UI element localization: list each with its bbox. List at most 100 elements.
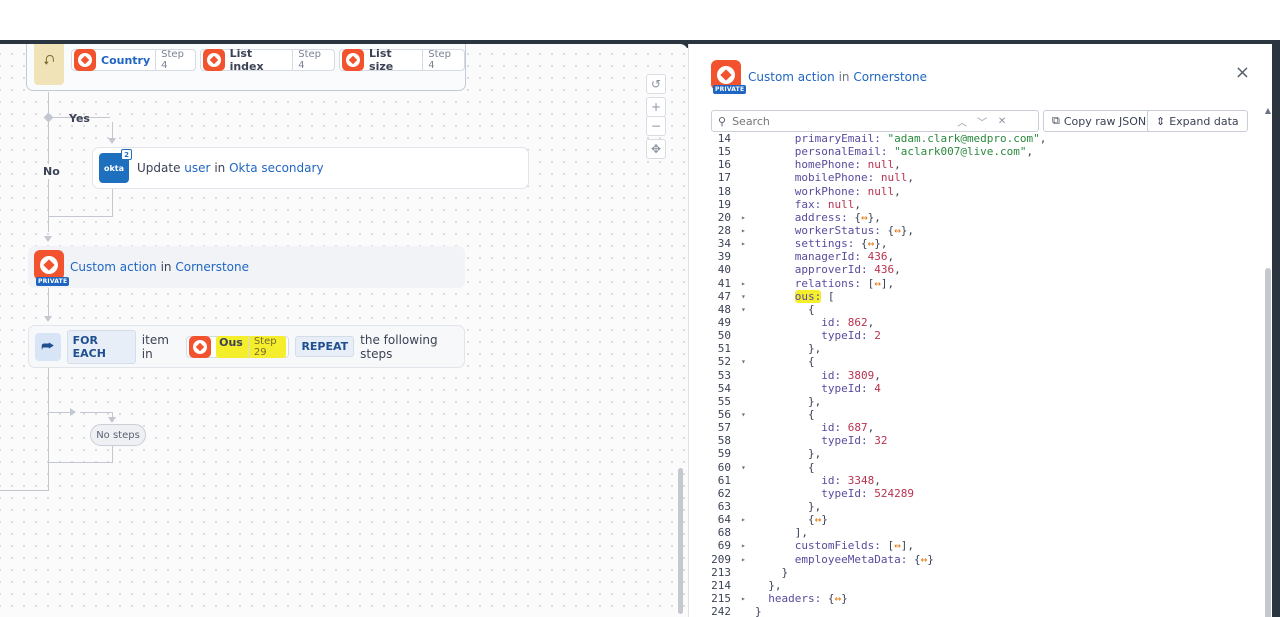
datapill-list-index[interactable]: List index Step 4 bbox=[199, 47, 336, 73]
json-line: 15 personalEmail: "aclark007@live.com", bbox=[689, 145, 1272, 158]
datapill-list-size[interactable]: List size Step 4 bbox=[339, 47, 466, 73]
zoom-in-icon[interactable]: + bbox=[646, 97, 666, 117]
line-number: 48 bbox=[717, 302, 731, 316]
next-match-icon[interactable]: ﹀ bbox=[972, 114, 992, 129]
workflow-canvas[interactable]: ⮏ Country Step 4 List index Step 4 List … bbox=[0, 44, 688, 617]
datapill-country[interactable]: Country Step 4 bbox=[71, 49, 196, 71]
line-content: id: 3809, bbox=[821, 368, 881, 382]
collapse-toggle-icon[interactable]: ▾ bbox=[741, 408, 746, 421]
arrow-right-icon bbox=[70, 408, 76, 416]
following-steps-text: the following steps bbox=[360, 332, 438, 361]
line-content: primaryEmail: "adam.clark@medpro.com", bbox=[794, 132, 1047, 145]
line-content: homePhone: null, bbox=[794, 158, 901, 172]
connector-loop-back bbox=[48, 462, 113, 463]
json-line: 69 ▸ customFields: [↔], bbox=[689, 539, 1272, 552]
line-number: 57 bbox=[717, 421, 731, 435]
json-line: 51 }, bbox=[689, 342, 1272, 355]
line-content: settings: {↔}, bbox=[794, 237, 888, 251]
collapse-toggle-icon[interactable]: ▾ bbox=[741, 461, 746, 474]
line-number: 39 bbox=[717, 250, 731, 264]
arrow-down-icon bbox=[44, 236, 52, 242]
line-number: 47 bbox=[717, 289, 731, 303]
line-content: employeeMetaData: {↔} bbox=[794, 552, 934, 566]
copy-raw-json-button[interactable]: ⧉ Copy raw JSON bbox=[1043, 110, 1156, 132]
expand-toggle-icon[interactable]: ▸ bbox=[741, 237, 746, 250]
expand-toggle-icon[interactable]: ▸ bbox=[741, 211, 746, 224]
line-content: managerId: 436, bbox=[794, 250, 895, 264]
search-icon: ⚲ bbox=[718, 114, 727, 128]
line-content: } bbox=[755, 605, 762, 617]
collapse-toggle-icon[interactable]: ▾ bbox=[741, 355, 746, 368]
line-number: 17 bbox=[717, 171, 731, 185]
line-number: 14 bbox=[717, 132, 731, 145]
json-line: 53 id: 3809, bbox=[689, 369, 1272, 382]
custom-action-step[interactable]: PRIVATE Custom action in Cornerstone bbox=[28, 246, 465, 288]
expand-data-button[interactable]: ⇕ Expand data bbox=[1147, 110, 1248, 132]
line-number: 52 bbox=[717, 355, 731, 369]
json-line: 39 managerId: 436, bbox=[689, 250, 1272, 263]
line-content: {↔} bbox=[807, 513, 828, 527]
line-content: headers: {↔} bbox=[768, 591, 848, 605]
panel-scrollbar[interactable] bbox=[1265, 268, 1271, 617]
cornerstone-logo-icon bbox=[342, 49, 365, 71]
line-content: typeId: 2 bbox=[821, 329, 881, 343]
line-content: typeId: 4 bbox=[821, 381, 881, 395]
if-condition-node[interactable]: ⮏ Country Step 4 List index Step 4 List … bbox=[26, 44, 466, 91]
no-steps-placeholder[interactable]: No steps bbox=[90, 424, 146, 446]
okta-step-text: Update user in Okta secondary bbox=[137, 161, 324, 175]
clear-search-icon[interactable]: ✕ bbox=[992, 116, 1012, 127]
json-line: 55 }, bbox=[689, 395, 1272, 408]
line-number: 62 bbox=[717, 486, 731, 500]
line-number: 60 bbox=[717, 460, 731, 474]
json-line: 54 typeId: 4 bbox=[689, 382, 1272, 395]
connector-exit bbox=[0, 490, 49, 491]
line-content: address: {↔}, bbox=[794, 210, 881, 224]
expand-toggle-icon[interactable]: ▸ bbox=[741, 224, 746, 237]
expand-toggle-icon[interactable]: ▸ bbox=[741, 513, 746, 526]
json-line: 63 }, bbox=[689, 500, 1272, 513]
json-line: 52 ▾ { bbox=[689, 355, 1272, 368]
window-frame-right bbox=[1272, 40, 1280, 617]
decision-marker bbox=[43, 112, 54, 123]
search-input[interactable] bbox=[732, 114, 953, 128]
fit-view-icon[interactable]: ✥ bbox=[646, 139, 666, 159]
scroll-up-icon[interactable]: ▲ bbox=[1265, 106, 1271, 115]
line-number: 50 bbox=[717, 329, 731, 343]
no-branch-label: No bbox=[42, 164, 61, 179]
json-line: 50 typeId: 2 bbox=[689, 329, 1272, 342]
expand-toggle-icon[interactable]: ▸ bbox=[741, 553, 746, 566]
line-number: 40 bbox=[717, 263, 731, 277]
line-number: 53 bbox=[717, 368, 731, 382]
previous-match-icon[interactable]: ︿ bbox=[952, 114, 972, 129]
connector-loop-h bbox=[48, 412, 72, 413]
okta-update-user-step[interactable]: okta 2 Update user in Okta secondary bbox=[92, 147, 529, 189]
expand-toggle-icon[interactable]: ▸ bbox=[741, 592, 746, 605]
for-each-step[interactable]: ⮫ FOR EACH item in Ous Step 29 REPEAT th… bbox=[28, 325, 465, 368]
connector-merge bbox=[112, 189, 113, 217]
expand-toggle-icon[interactable]: ▸ bbox=[741, 539, 746, 552]
line-content: relations: [↔], bbox=[794, 276, 895, 290]
line-number: 215 bbox=[711, 591, 731, 605]
custom-action-text: Custom action in Cornerstone bbox=[70, 260, 249, 274]
reset-view-icon[interactable]: ↺ bbox=[646, 74, 666, 94]
json-line: 215 ▸ headers: {↔} bbox=[689, 592, 1272, 605]
json-line: 62 typeId: 524289 bbox=[689, 487, 1272, 500]
collapse-toggle-icon[interactable]: ▾ bbox=[741, 303, 746, 316]
json-line: 48 ▾ { bbox=[689, 303, 1272, 316]
json-viewer[interactable]: 14 primaryEmail: "adam.clark@medpro.com"… bbox=[689, 132, 1272, 617]
expand-toggle-icon[interactable]: ▸ bbox=[741, 277, 746, 290]
line-content: personalEmail: "aclark007@live.com", bbox=[794, 145, 1034, 159]
canvas-scrollbar[interactable] bbox=[678, 468, 683, 614]
line-content: id: 3348, bbox=[821, 473, 881, 487]
collapse-toggle-icon[interactable]: ▾ bbox=[741, 290, 746, 303]
json-line: 14 primaryEmail: "adam.clark@medpro.com"… bbox=[689, 132, 1272, 145]
close-icon[interactable]: × bbox=[1235, 64, 1250, 82]
json-line: 57 id: 687, bbox=[689, 421, 1272, 434]
json-line: 40 approverId: 436, bbox=[689, 263, 1272, 276]
line-content: mobilePhone: null, bbox=[794, 171, 914, 185]
zoom-out-icon[interactable]: − bbox=[646, 116, 666, 136]
datapill-ous[interactable]: Ous Step 29 bbox=[186, 335, 290, 358]
line-number: 214 bbox=[711, 578, 731, 592]
cornerstone-logo-icon bbox=[74, 49, 96, 71]
connector-loop-h2 bbox=[80, 412, 113, 413]
